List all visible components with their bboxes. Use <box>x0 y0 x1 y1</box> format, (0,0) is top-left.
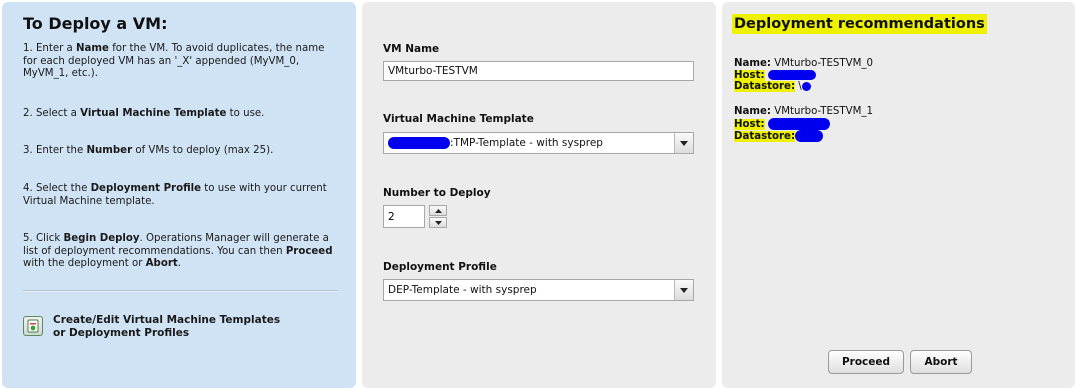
step-4: 4. Select the Deployment Profile to use … <box>23 183 327 207</box>
instructions-title: To Deploy a VM: <box>23 14 168 33</box>
stepper-up-icon[interactable] <box>429 205 447 216</box>
chevron-down-icon[interactable] <box>674 280 693 300</box>
redacted-host <box>767 117 830 130</box>
template-select[interactable]: :TMP-Template - with sysprep <box>383 132 694 154</box>
step-2: 2. Select a Virtual Machine Template to … <box>23 108 265 119</box>
divider <box>23 290 338 292</box>
chevron-down-icon[interactable] <box>674 133 693 153</box>
template-label: Virtual Machine Template <box>383 113 534 125</box>
template-select-value: :TMP-Template - with sysprep <box>450 137 603 149</box>
deploy-form-panel: VM Name Virtual Machine Template :TMP-Te… <box>362 2 716 388</box>
redacted-template-prefix <box>388 137 450 149</box>
profile-label: Deployment Profile <box>383 261 497 273</box>
number-stepper[interactable] <box>383 205 447 229</box>
instructions-panel: To Deploy a VM: 1. Enter a Name for the … <box>2 2 356 388</box>
create-edit-templates-link[interactable]: Create/Edit Virtual Machine Templates or… <box>23 314 280 339</box>
abort-button[interactable]: Abort <box>910 350 972 374</box>
redacted-datastore <box>795 130 824 142</box>
redacted-host <box>767 69 816 80</box>
vm-name-label: VM Name <box>383 43 440 55</box>
profile-select[interactable]: DEP-Template - with sysprep <box>383 279 694 301</box>
step-5: 5. Click Begin Deploy. Operations Manage… <box>23 233 333 269</box>
recommendation-item: Name: VMturbo-TESTVM_0 Host: Datastore: … <box>734 58 873 92</box>
stepper-down-icon[interactable] <box>429 217 447 228</box>
redacted-datastore <box>801 81 811 91</box>
profile-select-value: DEP-Template - with sysprep <box>388 284 537 296</box>
create-edit-templates-label[interactable]: Create/Edit Virtual Machine Templates or… <box>53 314 280 339</box>
number-input[interactable] <box>383 205 425 228</box>
step-1: 1. Enter a Name for the VM. To avoid dup… <box>23 43 325 79</box>
step-3: 3. Enter the Number of VMs to deploy (ma… <box>23 145 274 156</box>
recommendation-item: Name: VMturbo-TESTVM_1 Host: Datastore: <box>734 106 873 142</box>
number-label: Number to Deploy <box>383 187 491 199</box>
vm-name-input[interactable] <box>383 61 694 81</box>
proceed-button[interactable]: Proceed <box>828 350 904 374</box>
template-edit-icon[interactable] <box>23 316 43 336</box>
recommendations-panel: Deployment recommendations Name: VMturbo… <box>722 2 1075 388</box>
recommendations-title: Deployment recommendations <box>732 14 987 34</box>
